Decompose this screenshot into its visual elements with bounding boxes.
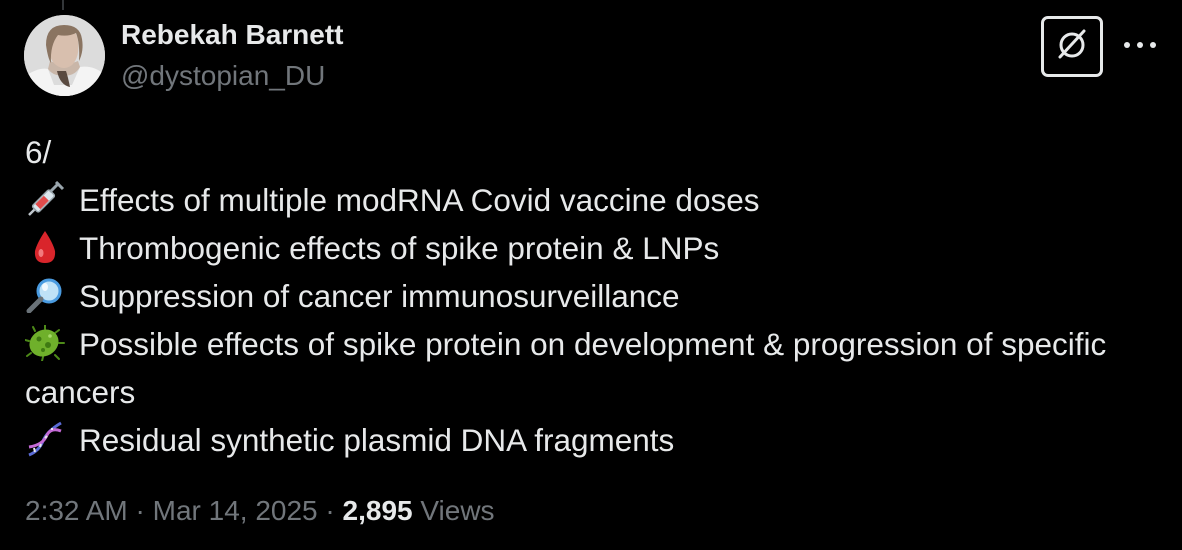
thread-connector-line [62,0,64,10]
list-item: Possible effects of spike protein on dev… [25,320,1160,416]
avatar[interactable] [24,15,105,96]
drop-of-blood-icon [25,229,65,265]
list-item-text: Possible effects of spike protein on dev… [25,326,1107,410]
list-item: Thrombogenic effects of spike protein & … [25,224,1160,272]
magnifying-glass-icon [25,277,65,313]
tweet-meta: 2:32 AM · Mar 14, 2025 · 2,895 Views [25,495,495,527]
tweet-time[interactable]: 2:32 AM [25,495,128,526]
ellipsis-icon [1123,36,1157,54]
tweet-number: 6/ [25,134,52,170]
meta-separator: · [135,495,145,526]
microbe-icon [25,325,65,361]
author-name[interactable]: Rebekah Barnett [121,19,344,51]
grok-button[interactable] [1041,16,1103,77]
list-item-text: Residual synthetic plasmid DNA fragments [79,422,675,458]
list-item: Suppression of cancer immunosurveillance [25,272,1160,320]
list-item: Effects of multiple modRNA Covid vaccine… [25,176,1160,224]
list-item-text: Effects of multiple modRNA Covid vaccine… [79,182,760,218]
views-label: Views [420,495,495,526]
author-handle[interactable]: @dystopian_DU [121,60,325,92]
dna-icon [25,421,65,457]
tweet-date[interactable]: Mar 14, 2025 [153,495,318,526]
tweet-text: 6/ Effects of multiple modRNA Covid vacc… [25,128,1160,464]
meta-separator: · [325,495,335,526]
views-count[interactable]: 2,895 [343,495,413,526]
list-item: Residual synthetic plasmid DNA fragments [25,416,1160,464]
syringe-icon [25,181,65,217]
list-item-text: Thrombogenic effects of spike protein & … [79,230,720,266]
list-item-text: Suppression of cancer immunosurveillance [79,278,680,314]
more-options-button[interactable] [1120,30,1160,60]
grok-slash-circle-icon [1052,24,1092,69]
